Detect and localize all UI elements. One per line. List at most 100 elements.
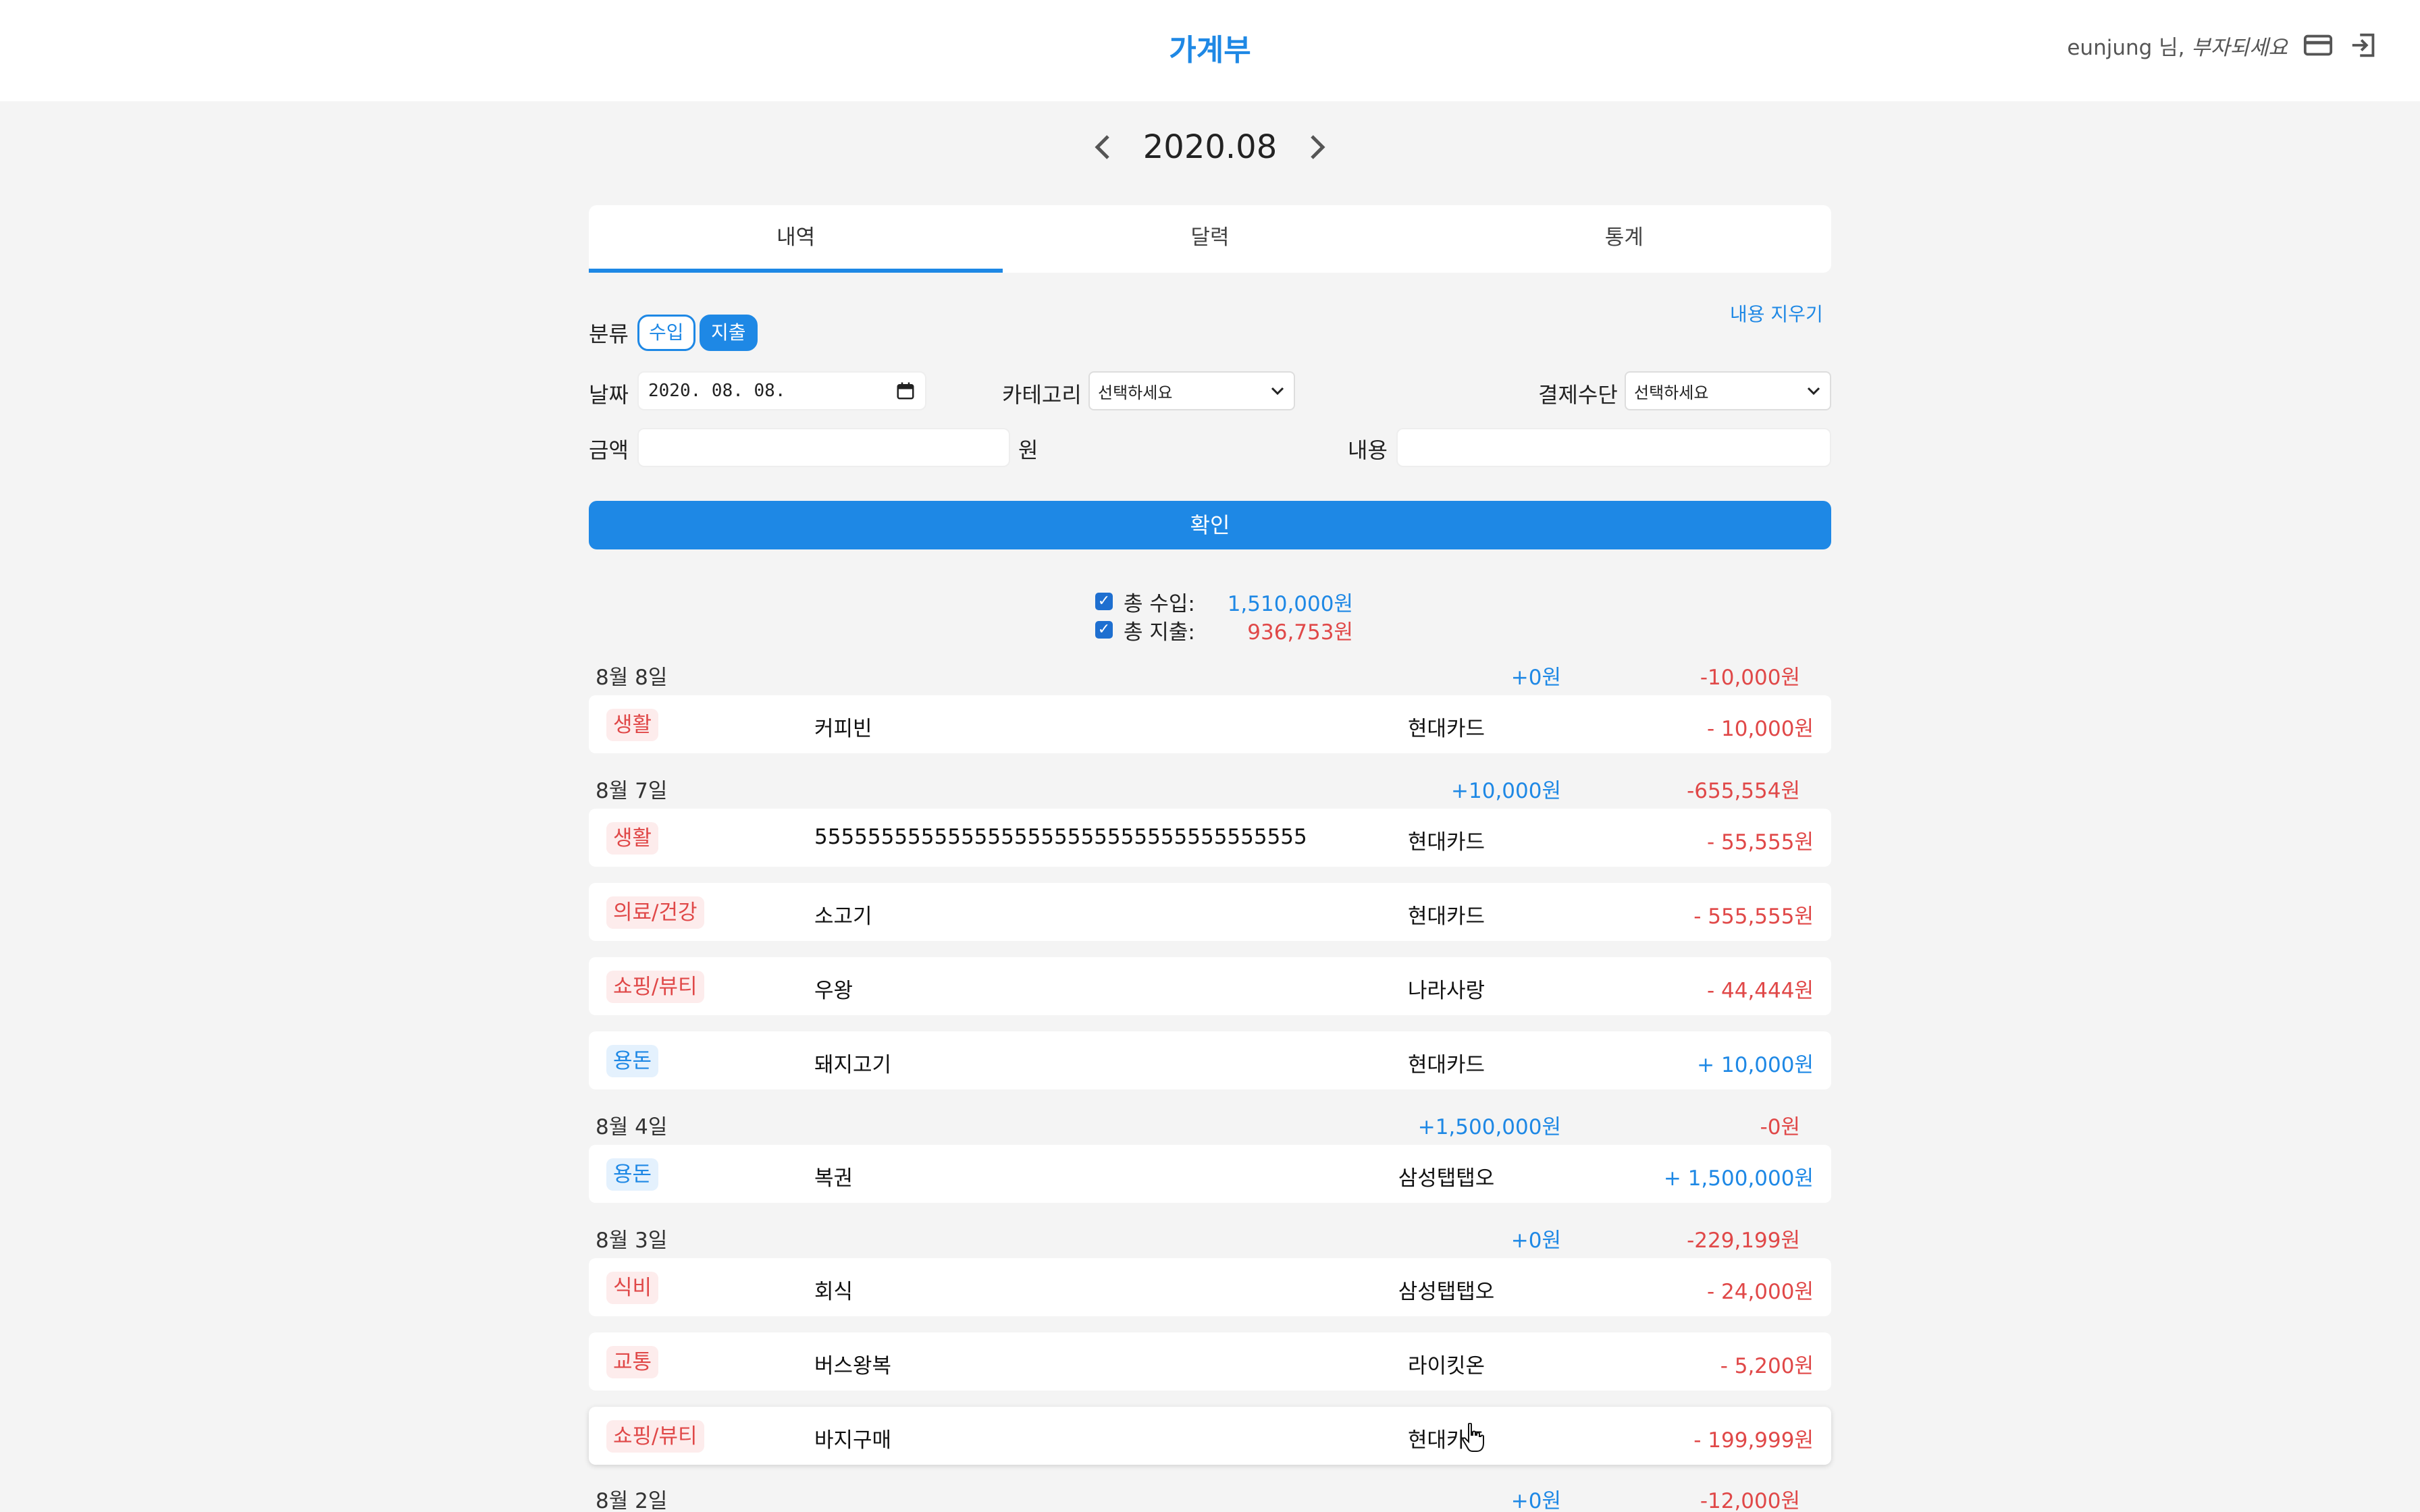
expense-total-value: 936,753원 — [1247, 620, 1353, 645]
category-badge: 용돈 — [606, 1045, 659, 1077]
app-header: 가계부 eunjung 님, 부자되세요 — [0, 0, 2420, 101]
payment-label: 결제수단 — [1538, 382, 1618, 408]
tab-history[interactable]: 내역 — [589, 205, 1003, 273]
category-badge: 쇼핑/뷰티 — [606, 1420, 704, 1453]
day-date: 8월 2일 — [596, 1489, 668, 1512]
logout-icon[interactable] — [2348, 30, 2379, 61]
day-header: 8월 3일 +0원 -229,199원 — [596, 1223, 1818, 1253]
day-date: 8월 3일 — [596, 1228, 668, 1253]
day-date: 8월 4일 — [596, 1115, 668, 1139]
date-value: 2020. 08. 08. — [648, 381, 786, 401]
transaction-content: 복권 — [814, 1166, 853, 1191]
expense-chip[interactable]: 지출 — [700, 315, 758, 351]
category-badge: 용돈 — [606, 1158, 659, 1191]
clear-form-link[interactable]: 내용 지우기 — [1730, 300, 1823, 327]
app-title: 가계부 — [1169, 33, 1251, 68]
transaction-row[interactable]: 용돈 돼지고기 현대카드 + 10,000원 — [589, 1031, 1831, 1089]
income-total-row: ✓ 총 수입: 1,510,000원 — [1095, 587, 1353, 616]
category-selected: 선택하세요 — [1098, 383, 1173, 402]
day-date: 8월 8일 — [596, 666, 668, 690]
transaction-content: 바지구매 — [814, 1428, 892, 1453]
memo-input[interactable] — [1396, 428, 1831, 467]
day-header: 8월 4일 +1,500,000원 -0원 — [596, 1110, 1818, 1139]
transaction-row[interactable]: 생활 커피빈 현대카드 - 10,000원 — [589, 695, 1831, 753]
transaction-amount: - 10,000원 — [1706, 717, 1814, 741]
expense-total-label: 총 지출: — [1124, 620, 1195, 645]
confirm-button[interactable]: 확인 — [589, 501, 1831, 549]
day-expense: -0원 — [1760, 1115, 1800, 1139]
chevron-left-icon[interactable] — [1089, 131, 1116, 163]
chevron-right-icon[interactable] — [1304, 131, 1331, 163]
category-badge: 생활 — [606, 709, 659, 741]
view-tabs: 내역 달력 통계 — [589, 205, 1831, 273]
transaction-amount: - 44,444원 — [1706, 979, 1814, 1003]
category-badge: 의료/건강 — [606, 896, 704, 929]
totals-summary: ✓ 총 수입: 1,510,000원 ✓ 총 지출: 936,753원 — [1095, 587, 1353, 645]
amount-input[interactable] — [637, 428, 1010, 467]
date-label: 날짜 — [589, 382, 629, 408]
payment-select[interactable]: 선택하세요 — [1625, 371, 1831, 410]
transaction-payment: 삼성탭탭오 — [1398, 1166, 1495, 1191]
income-filter-checkbox[interactable]: ✓ — [1095, 593, 1113, 610]
transaction-amount: - 24,000원 — [1706, 1280, 1814, 1304]
credit-card-icon[interactable] — [2303, 30, 2334, 61]
transaction-amount: - 199,999원 — [1693, 1428, 1814, 1453]
transaction-row[interactable]: 의료/건강 소고기 현대카드 - 555,555원 — [589, 883, 1831, 941]
day-header: 8월 7일 +10,000원 -655,554원 — [596, 774, 1818, 803]
day-income: +0원 — [1510, 666, 1561, 690]
income-total-value: 1,510,000원 — [1227, 591, 1353, 616]
income-total-label: 총 수입: — [1124, 591, 1195, 616]
payment-selected: 선택하세요 — [1634, 383, 1709, 402]
day-income: +0원 — [1510, 1228, 1561, 1253]
transaction-content: 커피빈 — [814, 717, 872, 741]
hand-cursor-icon — [1462, 1423, 1484, 1452]
tab-statistics[interactable]: 통계 — [1417, 205, 1831, 273]
user-area: eunjung 님, 부자되세요 — [2067, 30, 2379, 61]
transaction-row[interactable]: 생활 5555555555555555555555555555555555555… — [589, 809, 1831, 867]
tab-calendar[interactable]: 달력 — [1003, 205, 1417, 273]
day-income: +1,500,000원 — [1417, 1115, 1561, 1139]
transaction-content: 돼지고기 — [814, 1053, 892, 1077]
day-header: 8월 2일 +0원 -12,000원 — [596, 1484, 1818, 1512]
day-income: +0원 — [1510, 1489, 1561, 1512]
expense-total-row: ✓ 총 지출: 936,753원 — [1095, 616, 1353, 645]
transaction-row[interactable]: 교통 버스왕복 라이킷온 - 5,200원 — [589, 1332, 1831, 1390]
category-badge: 교통 — [606, 1346, 659, 1378]
category-badge: 쇼핑/뷰티 — [606, 971, 704, 1003]
transaction-payment: 현대카드 — [1407, 905, 1485, 929]
transaction-payment: 현대카드 — [1407, 1428, 1485, 1453]
transaction-payment: 나라사랑 — [1407, 979, 1485, 1003]
transaction-row[interactable]: 쇼핑/뷰티 바지구매 현대카드 - 199,999원 — [589, 1407, 1831, 1465]
transaction-payment: 현대카드 — [1407, 830, 1485, 855]
transaction-amount: + 1,500,000원 — [1663, 1166, 1814, 1191]
transaction-content: 우왕 — [814, 979, 853, 1003]
category-badge: 식비 — [606, 1272, 659, 1304]
category-type-label: 분류 — [589, 321, 629, 347]
transaction-row[interactable]: 쇼핑/뷰티 우왕 나라사랑 - 44,444원 — [589, 957, 1831, 1015]
day-expense: -655,554원 — [1687, 779, 1800, 803]
day-expense: -229,199원 — [1687, 1228, 1800, 1253]
transaction-content: 회식 — [814, 1280, 853, 1304]
category-badge: 생활 — [606, 822, 659, 855]
day-income: +10,000원 — [1451, 779, 1561, 803]
user-name: eunjung 님, 부자되세요 — [2067, 35, 2288, 60]
day-expense: -12,000원 — [1700, 1489, 1800, 1512]
income-chip[interactable]: 수입 — [637, 315, 695, 351]
calendar-icon[interactable] — [895, 381, 916, 401]
transaction-row[interactable]: 용돈 복권 삼성탭탭오 + 1,500,000원 — [589, 1145, 1831, 1203]
expense-filter-checkbox[interactable]: ✓ — [1095, 621, 1113, 639]
transaction-payment: 현대카드 — [1407, 1053, 1485, 1077]
transaction-content: 버스왕복 — [814, 1354, 892, 1378]
transaction-amount: - 55,555원 — [1706, 830, 1814, 855]
category-label: 카테고리 — [1002, 382, 1082, 408]
transaction-payment: 삼성탭탭오 — [1398, 1280, 1495, 1304]
amount-label: 금액 — [589, 437, 629, 463]
transaction-amount: + 10,000원 — [1697, 1053, 1814, 1077]
date-input[interactable]: 2020. 08. 08. — [637, 371, 926, 410]
month-navigator: 2020.08 — [0, 128, 2420, 166]
category-select[interactable]: 선택하세요 — [1088, 371, 1295, 410]
chevron-down-icon — [1807, 387, 1820, 396]
transaction-amount: - 555,555원 — [1693, 905, 1814, 929]
transaction-row[interactable]: 식비 회식 삼성탭탭오 - 24,000원 — [589, 1258, 1831, 1316]
transaction-payment: 현대카드 — [1407, 717, 1485, 741]
